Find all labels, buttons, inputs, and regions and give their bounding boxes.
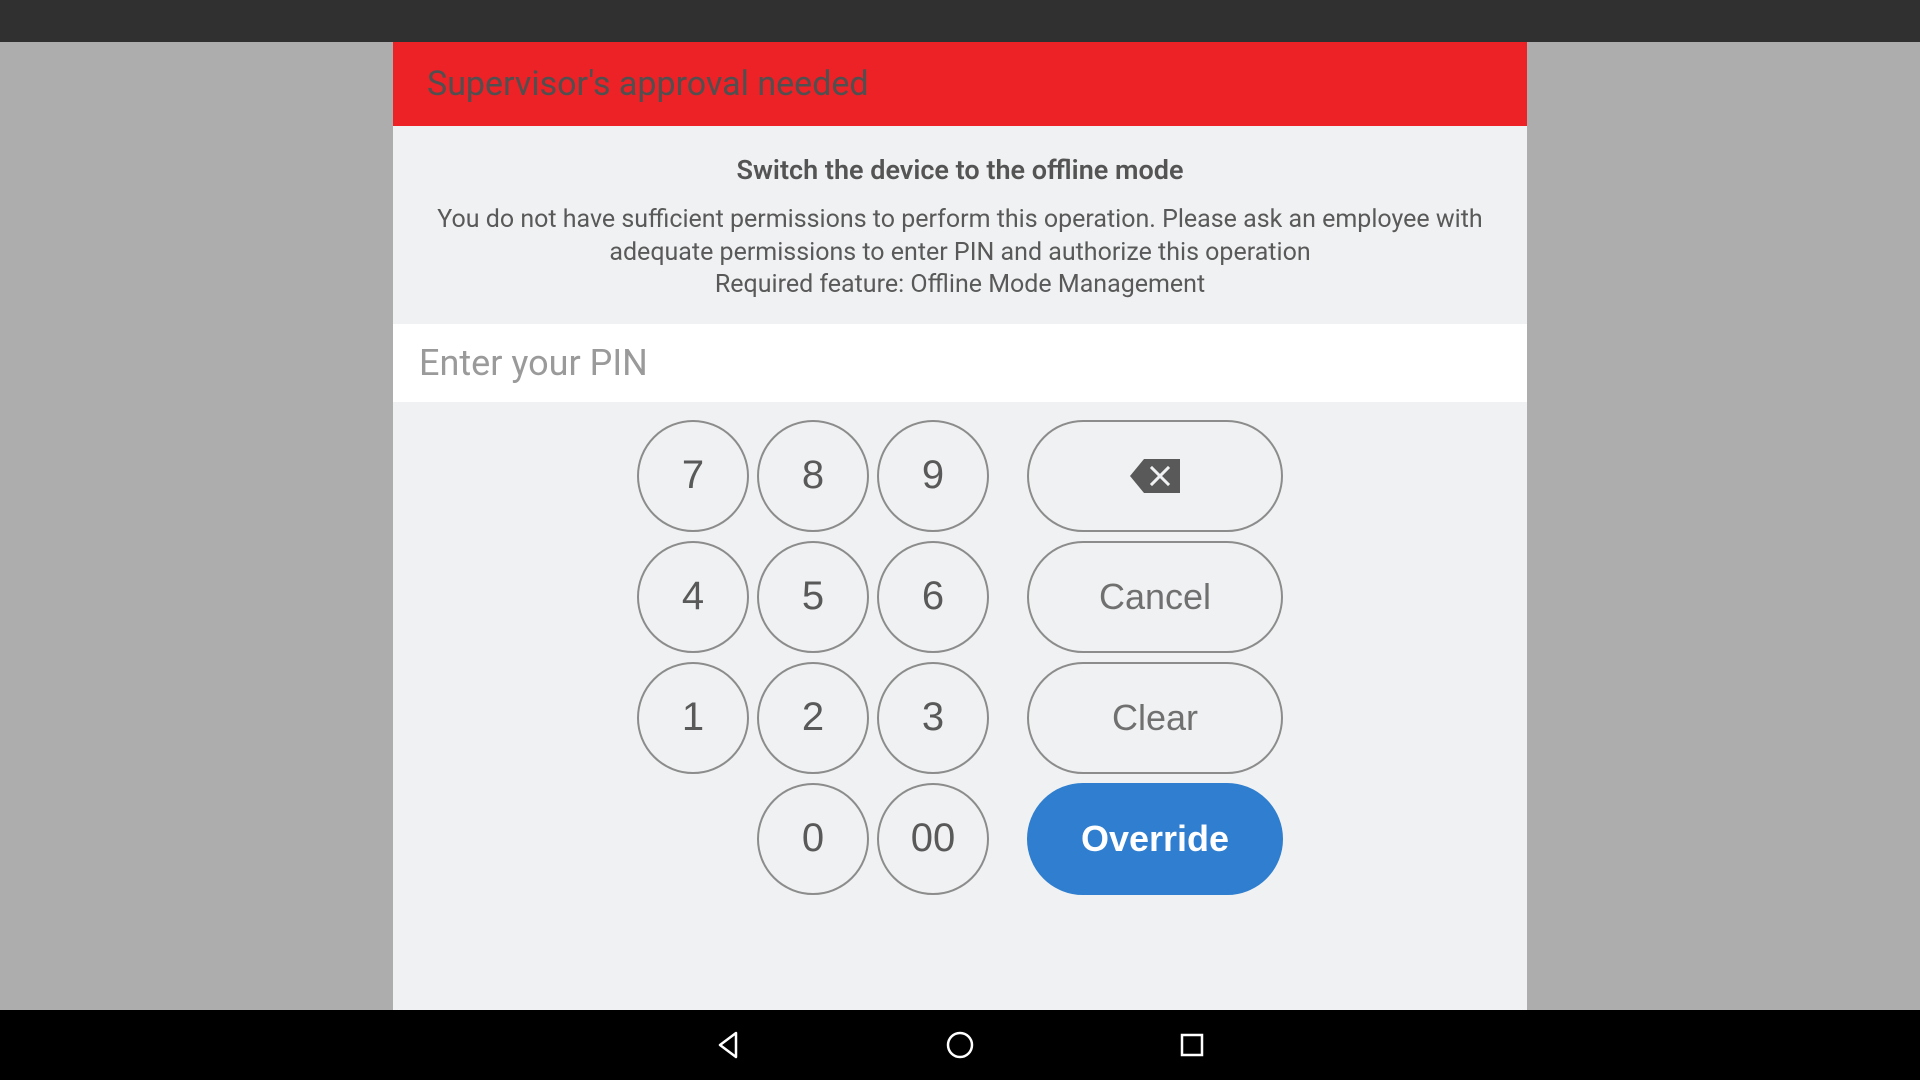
key-3[interactable]: 3 [877, 662, 989, 774]
key-7[interactable]: 7 [637, 420, 749, 532]
dialog-header: Supervisor's approval needed [393, 42, 1527, 126]
key-8[interactable]: 8 [757, 420, 869, 532]
pin-input[interactable]: Enter your PIN [393, 324, 1527, 402]
keypad: 7 8 9 4 5 6 Cancel [393, 402, 1527, 904]
key-6[interactable]: 6 [877, 541, 989, 653]
backspace-button[interactable] [1027, 420, 1283, 532]
recent-apps-icon[interactable] [1176, 1029, 1208, 1061]
key-5[interactable]: 5 [757, 541, 869, 653]
keypad-row-4: 0 00 Override [637, 783, 1283, 895]
key-2[interactable]: 2 [757, 662, 869, 774]
dialog-message-line3: Required feature: Offline Mode Managemen… [715, 270, 1205, 299]
dialog-message-line1: You do not have sufficient permissions t… [437, 205, 1482, 234]
key-9[interactable]: 9 [877, 420, 989, 532]
dialog-message-line2: adequate permissions to enter PIN and au… [609, 238, 1310, 267]
home-icon[interactable] [944, 1029, 976, 1061]
dialog-message: You do not have sufficient permissions t… [433, 204, 1487, 302]
dialog-header-title: Supervisor's approval needed [427, 64, 1493, 104]
dialog-body: Switch the device to the offline mode Yo… [393, 126, 1527, 324]
key-4[interactable]: 4 [637, 541, 749, 653]
backspace-icon [1130, 459, 1180, 493]
back-icon[interactable] [712, 1029, 744, 1061]
cancel-button[interactable]: Cancel [1027, 541, 1283, 653]
main-area: Supervisor's approval needed Switch the … [0, 42, 1920, 1010]
keypad-row-3: 1 2 3 Clear [637, 662, 1283, 774]
status-bar [0, 0, 1920, 42]
override-button[interactable]: Override [1027, 783, 1283, 895]
clear-button[interactable]: Clear [1027, 662, 1283, 774]
keypad-row-2: 4 5 6 Cancel [637, 541, 1283, 653]
key-1[interactable]: 1 [637, 662, 749, 774]
keypad-grid: 7 8 9 4 5 6 Cancel [637, 420, 1283, 904]
key-0[interactable]: 0 [757, 783, 869, 895]
keypad-row-1: 7 8 9 [637, 420, 1283, 532]
pin-input-placeholder: Enter your PIN [419, 342, 1501, 384]
dialog-title: Switch the device to the offline mode [433, 154, 1487, 186]
navigation-bar [0, 1010, 1920, 1080]
supervisor-approval-dialog: Supervisor's approval needed Switch the … [393, 42, 1527, 1010]
key-00[interactable]: 00 [877, 783, 989, 895]
